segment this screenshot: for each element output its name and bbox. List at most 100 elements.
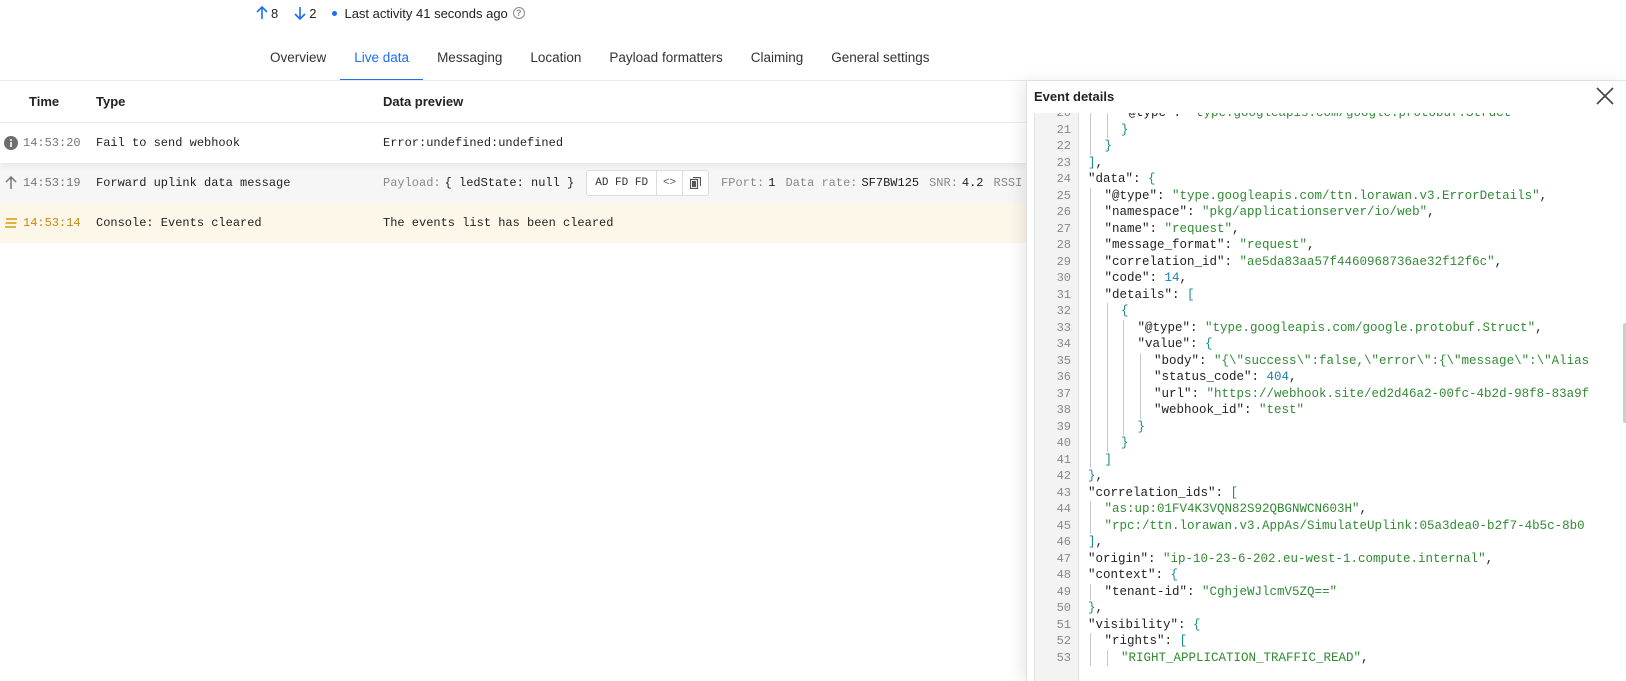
code-text: "tenant-id": "CghjeWJlcmV5ZQ==" <box>1105 584 1338 601</box>
tab-payload-formatters[interactable]: Payload formatters <box>595 44 736 81</box>
code-token: ] <box>1088 155 1096 170</box>
code-text: "namespace": "pkg/applicationserver/io/w… <box>1105 204 1435 221</box>
panel-title: Event details <box>1034 89 1115 104</box>
code-text: "rpc:/ttn.lorawan.v3.AppAs/SimulateUplin… <box>1105 518 1585 535</box>
line-number: 33 <box>1056 320 1071 335</box>
code-token: , <box>1307 238 1315 252</box>
code-token: , <box>1427 205 1435 219</box>
line-number: 21 <box>1056 122 1071 137</box>
fport-label: FPort: <box>721 176 765 190</box>
code-text: "rights": [ <box>1105 633 1188 650</box>
code-text: }, <box>1088 468 1103 485</box>
line-number: 50 <box>1056 601 1071 615</box>
code-token: "CghjeWJlcmV5ZQ==" <box>1202 584 1338 599</box>
line-number: 28 <box>1056 238 1071 252</box>
line-number: 46 <box>1056 535 1071 549</box>
downlink-count-value: 2 <box>309 5 317 21</box>
column-header-time: Time <box>29 94 60 109</box>
code-token: { <box>1121 304 1129 318</box>
code-token: "origin": <box>1088 551 1164 566</box>
code-token: "visibility": <box>1088 617 1194 632</box>
list-icon <box>5 218 17 228</box>
code-token: "details": <box>1104 287 1188 302</box>
tab-live-data[interactable]: Live data <box>340 44 423 81</box>
code-token: , <box>1095 155 1104 170</box>
payload-value: { ledState: null } <box>444 176 575 190</box>
code-token: "ip-10-23-6-202.eu-west-1.compute.intern… <box>1163 551 1486 566</box>
tab-overview[interactable]: Overview <box>256 44 340 81</box>
code-token: "@type": <box>1104 188 1173 203</box>
event-time: 14:53:14 <box>23 216 81 230</box>
code-token: "type.googleapis.com/google.protobuf.Str… <box>1188 113 1519 120</box>
code-token: } <box>1137 419 1146 434</box>
code-token: , <box>1535 320 1543 335</box>
code-text: "@type": "type.googleapis.com/google.pro… <box>1138 320 1543 337</box>
code-token: , <box>1485 551 1494 566</box>
code-text: "RIGHT_APPLICATION_TRAFFIC_READ", <box>1121 650 1369 667</box>
event-preview: Payload: { ledState: null } AD FD FD <> … <box>383 170 1026 196</box>
line-number: 29 <box>1056 254 1071 269</box>
line-number: 39 <box>1056 419 1071 434</box>
code-text: "value": { <box>1138 336 1213 353</box>
indent-guide <box>1139 352 1141 419</box>
event-type: Fail to send webhook <box>96 136 241 150</box>
line-number: 30 <box>1056 271 1071 285</box>
code-token: } <box>1121 122 1129 137</box>
code-text: "correlation_id": "ae5da83aa57f446096873… <box>1105 254 1503 271</box>
code-token: "correlation_ids": <box>1088 485 1231 500</box>
code-token: "@type": <box>1121 113 1189 120</box>
line-number: 27 <box>1056 221 1071 236</box>
code-token: "rpc:/ttn.lorawan.v3.AppAs/SimulateUplin… <box>1104 518 1585 533</box>
table-row[interactable]: 14:53:20 Fail to send webhook Error:unde… <box>0 123 1026 163</box>
code-token: "{\"success\":false,\"error\":{\"message… <box>1214 353 1590 368</box>
line-number: 51 <box>1056 617 1071 632</box>
indent-guide <box>1106 649 1108 666</box>
code-token: , <box>1095 535 1104 549</box>
code-token: "as:up:01FV4K3VQN82S92QBGNWCN603H" <box>1104 502 1360 516</box>
code-token: [ <box>1179 634 1188 648</box>
close-icon[interactable] <box>1594 85 1616 107</box>
code-text: "context": { <box>1088 567 1178 584</box>
table-row[interactable]: 14:53:14 Console: Events cleared The eve… <box>0 203 1026 243</box>
line-number: 34 <box>1056 337 1071 351</box>
code-token: { <box>1170 568 1179 582</box>
indent-guide <box>1123 319 1124 435</box>
code-text: } <box>1138 419 1146 436</box>
line-number: 25 <box>1056 188 1071 203</box>
indent-guide <box>1106 113 1108 138</box>
code-token: } <box>1104 139 1113 153</box>
code-token: "value": <box>1137 337 1206 351</box>
payload-label: Payload: <box>383 176 441 190</box>
tab-location[interactable]: Location <box>516 44 595 81</box>
code-token: "ae5da83aa57f4460968736ae32f12f6c" <box>1239 254 1495 269</box>
code-token: 14 <box>1164 271 1180 285</box>
code-text: "as:up:01FV4K3VQN82S92QBGNWCN603H", <box>1105 501 1368 518</box>
line-number: 53 <box>1056 650 1071 665</box>
table-row[interactable]: 14:53:19 Forward uplink data message Pay… <box>0 163 1026 203</box>
code-text: "status_code": 404, <box>1154 369 1297 386</box>
line-number: 43 <box>1056 485 1071 500</box>
code-token: [ <box>1187 287 1195 302</box>
json-code-viewer[interactable]: 20 "@type": "type.googleapis.com/google.p… <box>1034 113 1626 681</box>
rssi-label: RSSI <box>993 176 1023 190</box>
code-text: "body": "{\"success\":false,\"error\":{\… <box>1154 353 1589 370</box>
status-dot-icon <box>332 10 338 16</box>
code-token: "https://webhook.site/ed2d46a2-00fc-4b2d… <box>1206 386 1590 401</box>
copy-button[interactable] <box>682 170 708 196</box>
tab-claiming[interactable]: Claiming <box>737 44 818 81</box>
code-token: "request" <box>1239 238 1308 252</box>
arrow-up-icon <box>256 6 268 19</box>
line-number: 52 <box>1056 634 1071 648</box>
activity-stats: 8 2 Last activity 41 seconds ago ? <box>256 2 541 24</box>
line-number: 36 <box>1056 370 1071 384</box>
line-number: 45 <box>1056 518 1071 533</box>
line-number: 31 <box>1056 287 1071 302</box>
last-activity-text: Last activity 41 seconds ago <box>344 5 508 21</box>
event-type: Forward uplink data message <box>96 176 291 190</box>
events-table: Time Type Data preview 14:53:20 Fail to … <box>0 81 1026 681</box>
tab-messaging[interactable]: Messaging <box>423 44 516 81</box>
help-icon[interactable]: ? <box>512 7 525 19</box>
code-token: , <box>1179 271 1188 285</box>
tab-general-settings[interactable]: General settings <box>817 44 943 81</box>
code-toggle-button[interactable]: <> <box>656 170 682 196</box>
